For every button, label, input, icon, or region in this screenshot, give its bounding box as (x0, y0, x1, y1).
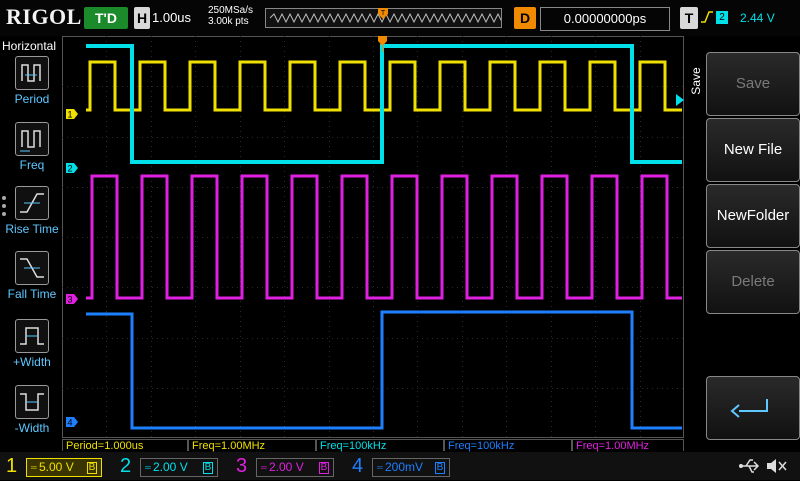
negative-width-icon (15, 385, 49, 419)
rigol-logo: RIGOL (6, 4, 82, 29)
fall-time-label: Fall Time (7, 287, 57, 301)
menu-tab: Save (688, 36, 704, 438)
frequency-icon (15, 122, 49, 156)
channel-4-status[interactable]: 4 ═ 200mV B (348, 454, 458, 478)
channel-2-status[interactable]: 2 ═ 2.00 V B (116, 454, 226, 478)
timebase-readout[interactable]: 1.00us (152, 7, 191, 29)
bandwidth-limit-icon: B (435, 462, 445, 474)
delete-button[interactable]: Delete (706, 250, 800, 314)
channel-number: 1 (6, 455, 18, 477)
channel-3-offset-marker: 3 (66, 294, 78, 305)
new-folder-button[interactable]: NewFolder (706, 184, 800, 248)
measure-fall-time-button[interactable]: Fall Time (4, 251, 60, 301)
return-arrow-icon (730, 399, 768, 418)
save-menu: Save Save New File NewFolder Delete (684, 36, 800, 440)
channel-scale: 2.00 V (269, 460, 304, 474)
measurement-strip: Period=1.000us Freq=1.00MHz Freq=100kHz … (62, 438, 684, 452)
channel-bar: 1 ═ 5.00 V B 2 ═ 2.00 V B 3 ═ 2.00 V B 4… (0, 452, 800, 480)
svg-text:T: T (381, 10, 386, 17)
channel-4-waveform (86, 310, 682, 430)
svg-text:3: 3 (67, 295, 72, 305)
trigger-level-readout[interactable]: 2.44 V (740, 7, 775, 29)
period-icon (15, 56, 49, 90)
menu-title: Horizontal (2, 39, 57, 53)
frequency-label: Freq (19, 158, 45, 172)
rise-time-label: Rise Time (5, 222, 59, 236)
measure-period-button[interactable]: Period (4, 56, 60, 106)
fall-time-icon (15, 251, 49, 285)
save-button[interactable]: Save (706, 52, 800, 116)
bandwidth-limit-icon: B (203, 462, 213, 474)
channel-scale-box: ═ 2.00 V B (140, 458, 218, 477)
trigger-source-badge: 2 (716, 11, 728, 24)
measure-positive-width-button[interactable]: +Width (4, 319, 60, 369)
positive-width-label: +Width (13, 355, 51, 369)
negative-width-label: -Width (14, 421, 50, 435)
measurement-item[interactable]: Freq=100kHz (316, 439, 444, 452)
speaker-muted-icon[interactable] (764, 456, 788, 481)
measure-menu: Horizontal Period Freq Rise Time Fall Ti… (0, 36, 62, 438)
rising-edge-icon (700, 9, 714, 28)
rise-time-icon (15, 186, 49, 220)
bandwidth-limit-icon: B (319, 462, 329, 474)
dc-coupling-icon: ═ (145, 463, 151, 472)
svg-text:4: 4 (67, 418, 72, 428)
measure-rise-time-button[interactable]: Rise Time (4, 186, 60, 236)
memory-depth: 3.00k pts (208, 16, 249, 27)
svg-text:1: 1 (67, 110, 72, 120)
svg-text:2: 2 (67, 164, 72, 174)
measurement-item[interactable]: Freq=1.00MHz (188, 439, 316, 452)
return-button[interactable] (706, 376, 800, 440)
channel-1-offset-marker: 1 (66, 109, 78, 120)
period-label: Period (14, 92, 50, 106)
channel-scale: 2.00 V (153, 460, 188, 474)
channel-scale-box: ═ 200mV B (372, 458, 450, 477)
measurement-item[interactable]: Freq=100kHz (444, 439, 572, 452)
bandwidth-limit-icon: B (87, 462, 97, 474)
delay-key[interactable]: D (514, 7, 536, 29)
measure-negative-width-button[interactable]: -Width (4, 385, 60, 435)
measurement-item[interactable]: Freq=1.00MHz (572, 439, 684, 452)
channel-number: 4 (352, 455, 364, 477)
channel-3-status[interactable]: 3 ═ 2.00 V B (232, 454, 342, 478)
usb-icon (738, 456, 760, 481)
status-bar: RIGOL T'D H 1.00us 250MSa/s 3.00k pts T … (0, 0, 800, 36)
measurement-item[interactable]: Period=1.000us (62, 439, 188, 452)
channel-number: 2 (120, 455, 132, 477)
save-menu-title: Save (689, 67, 703, 95)
trigger-status-badge: T'D (84, 7, 128, 29)
channel-number: 3 (236, 455, 248, 477)
dc-coupling-icon: ═ (377, 463, 383, 472)
dc-coupling-icon: ═ (261, 463, 267, 472)
channel-scale-box: ═ 2.00 V B (256, 458, 334, 477)
channel-scale: 5.00 V (39, 460, 74, 474)
new-file-button[interactable]: New File (706, 118, 800, 182)
waveforms: 1 2 3 4 (66, 36, 684, 430)
dc-coupling-icon: ═ (31, 463, 37, 472)
channel-3-waveform (86, 174, 682, 300)
trigger-key[interactable]: T (680, 7, 698, 29)
waveform-position-bar[interactable]: T (265, 8, 506, 28)
sample-rate-readout: 250MSa/s 3.00k pts (208, 5, 253, 27)
channel-1-status[interactable]: 1 ═ 5.00 V B (0, 454, 110, 478)
channel-scale: 200mV (385, 460, 424, 474)
positive-width-icon (15, 319, 49, 353)
delay-readout[interactable]: 0.00000000ps (540, 7, 670, 31)
trigger-position-marker[interactable]: T (378, 8, 388, 20)
horizontal-key[interactable]: H (134, 7, 150, 29)
sample-rate: 250MSa/s (208, 5, 254, 16)
channel-4-offset-marker: 4 (66, 417, 78, 428)
waveform-display[interactable]: 1 2 3 4 (62, 36, 684, 438)
channel-scale-box: ═ 5.00 V B (26, 458, 102, 477)
graticule: 1 2 3 4 (62, 36, 684, 438)
trigger-level-marker (676, 94, 684, 106)
measure-frequency-button[interactable]: Freq (4, 122, 60, 172)
channel-2-offset-marker: 2 (66, 163, 78, 174)
